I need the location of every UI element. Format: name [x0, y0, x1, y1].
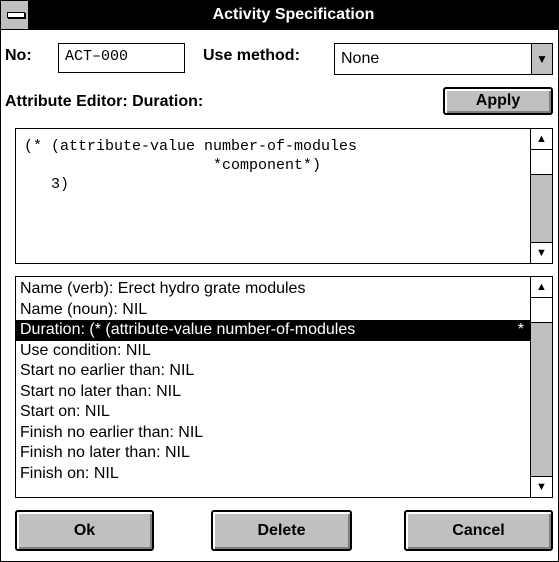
scroll-up-arrow-icon[interactable]: ▲: [531, 277, 552, 298]
list-item-text: Finish on: NIL: [20, 464, 119, 482]
no-label: No:: [5, 47, 32, 64]
attribute-editor-label: Attribute Editor: Duration:: [5, 93, 204, 110]
list-item-text: Duration: (* (attribute-value number-of-…: [20, 321, 356, 338]
list-item-text: Finish no earlier than: NIL: [20, 423, 204, 441]
scroll-thumb[interactable]: [531, 297, 552, 323]
apply-button[interactable]: Apply: [443, 87, 553, 115]
list-item[interactable]: Start no earlier than: NIL: [16, 361, 530, 382]
window-title: Activity Specification: [212, 6, 375, 23]
list-item[interactable]: Start on: NIL: [16, 402, 530, 423]
activity-specification-window: Activity Specification No: ACT–000 Use m…: [0, 0, 559, 562]
scroll-thumb[interactable]: [531, 149, 552, 175]
use-method-label: Use method:: [203, 47, 300, 64]
list-item-mark: *: [517, 321, 524, 338]
attribute-list[interactable]: Name (verb): Erect hydro grate modules N…: [15, 276, 553, 498]
list-item[interactable]: Finish no earlier than: NIL: [16, 423, 530, 444]
ok-button[interactable]: Ok: [15, 510, 154, 551]
scroll-down-arrow-icon[interactable]: ▼: [531, 476, 552, 497]
list-item-text: Name (noun): NIL: [20, 300, 148, 318]
list-item-text: Start no earlier than: NIL: [20, 362, 195, 379]
attribute-editor-text: (* (attribute-value number-of-modules *c…: [24, 138, 358, 193]
list-item-text: Start on: NIL: [20, 403, 110, 420]
attribute-editor-textarea[interactable]: (* (attribute-value number-of-modules *c…: [15, 128, 553, 264]
attribute-rows: Name (verb): Erect hydro grate modules N…: [16, 279, 530, 484]
scroll-down-arrow-icon[interactable]: ▼: [531, 242, 552, 263]
list-item[interactable]: Use condition: NIL: [16, 341, 530, 362]
no-field[interactable]: ACT–000: [58, 43, 185, 73]
list-item[interactable]: Start no later than: NIL: [16, 382, 530, 403]
editor-scrollbar[interactable]: ▲ ▼: [530, 129, 552, 263]
list-item-text: Start no later than: NIL: [20, 382, 181, 400]
list-scrollbar[interactable]: ▲ ▼: [530, 277, 552, 497]
list-item-text: Use condition: NIL: [20, 341, 151, 359]
list-item[interactable]: Finish on: NIL: [16, 464, 530, 485]
list-item-selected[interactable]: Duration: (* (attribute-value number-of-…: [16, 320, 530, 341]
system-menu-icon[interactable]: [1, 1, 29, 29]
dropdown-arrow-icon[interactable]: ▼: [531, 44, 552, 74]
list-item[interactable]: Finish no later than: NIL: [16, 443, 530, 464]
scroll-up-arrow-icon[interactable]: ▲: [531, 129, 552, 150]
list-item-text: Name (verb): Erect hydro grate modules: [20, 280, 306, 297]
cancel-button[interactable]: Cancel: [404, 510, 553, 551]
title-bar: Activity Specification: [1, 1, 558, 30]
list-item[interactable]: Name (noun): NIL: [16, 300, 530, 321]
delete-button[interactable]: Delete: [211, 510, 352, 551]
list-item[interactable]: Name (verb): Erect hydro grate modules: [16, 279, 530, 300]
use-method-value: None: [341, 50, 380, 67]
use-method-select[interactable]: None ▼: [334, 43, 553, 75]
list-item-text: Finish no later than: NIL: [20, 444, 190, 461]
